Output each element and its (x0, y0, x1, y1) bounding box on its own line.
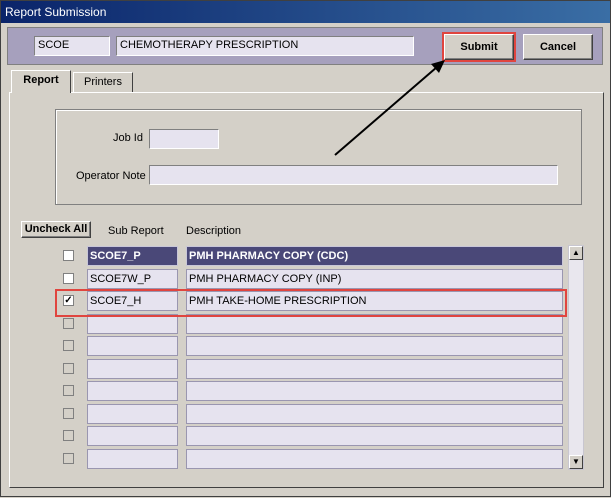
annotation-arrow-icon (334, 60, 445, 156)
report-submission-window: Report Submission SCOE CHEMOTHERAPY PRES… (0, 0, 611, 497)
tab-report[interactable]: Report (11, 70, 71, 93)
